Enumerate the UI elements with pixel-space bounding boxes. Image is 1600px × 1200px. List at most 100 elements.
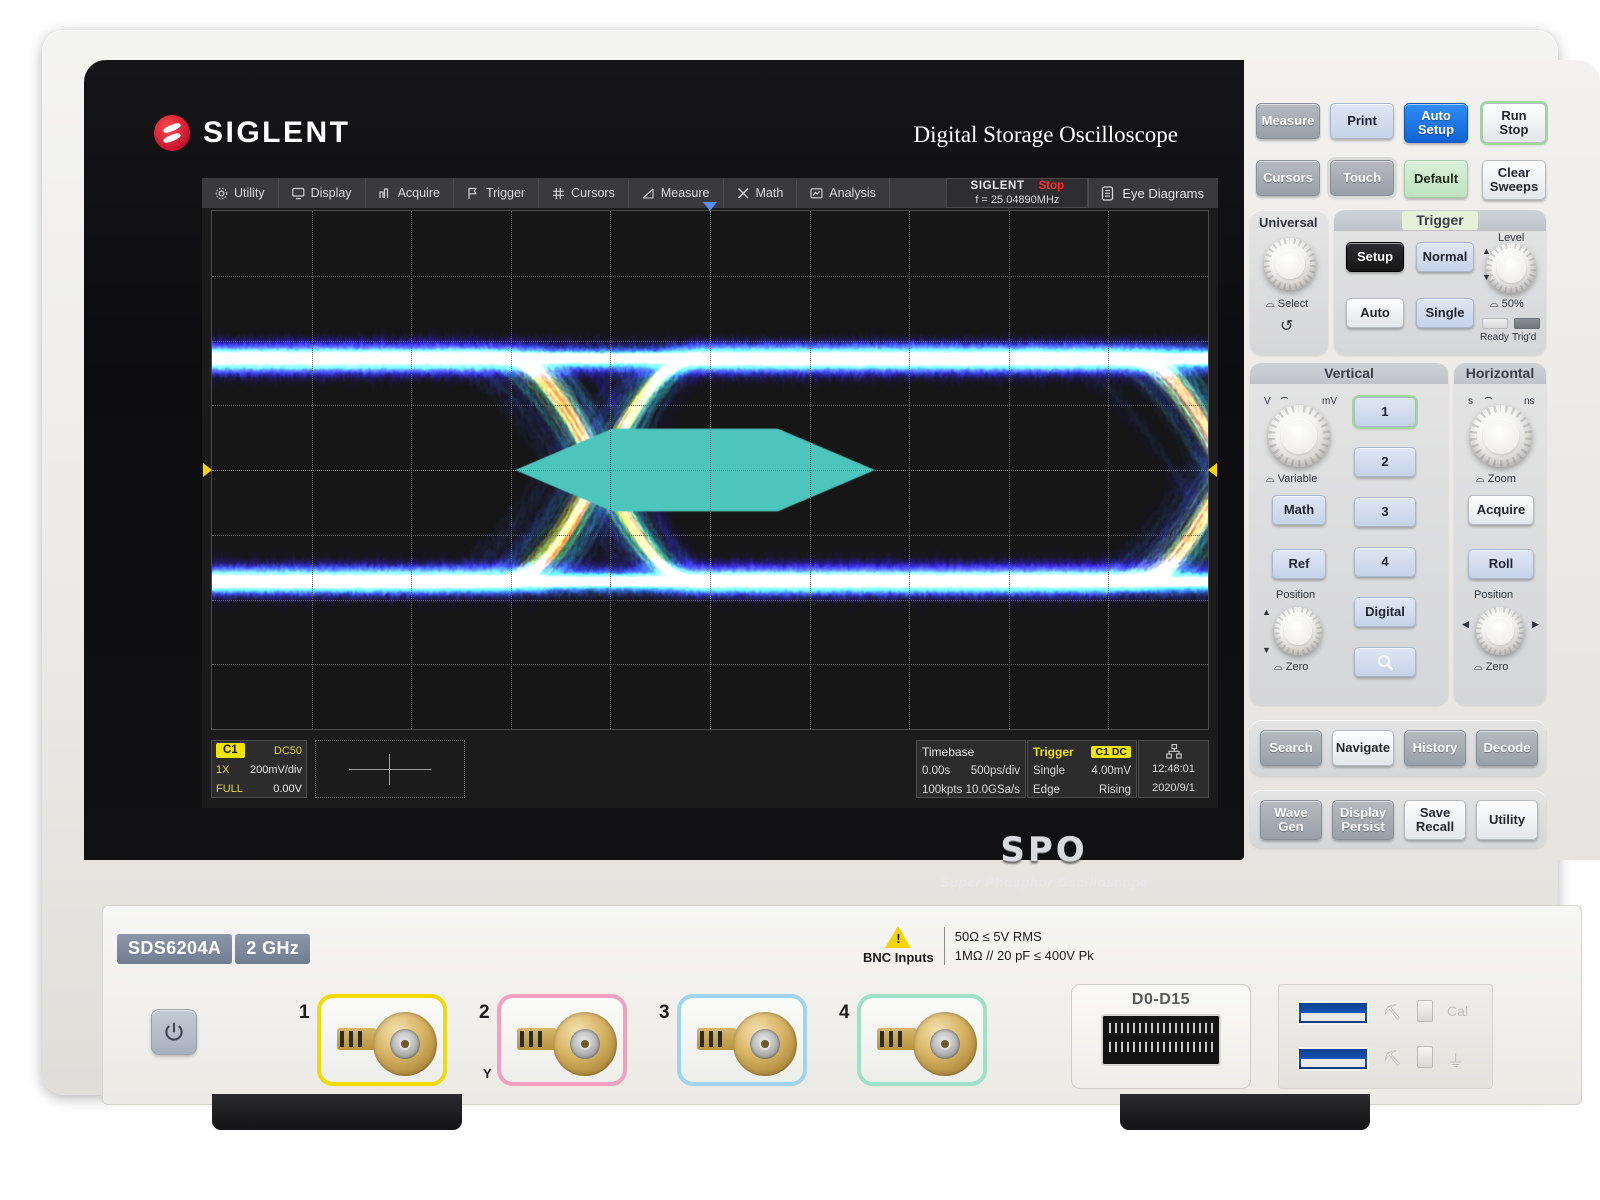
bnc-connector-1[interactable]	[373, 1012, 437, 1076]
acquire-button[interactable]: Acquire	[1468, 495, 1534, 525]
power-button[interactable]	[151, 1009, 197, 1055]
navigate-button[interactable]: Navigate	[1332, 730, 1394, 766]
push-icon: ⌓	[1266, 298, 1275, 310]
vertical-position-knob[interactable]	[1274, 607, 1322, 655]
horizontal-position-knob[interactable]	[1476, 607, 1524, 655]
channel-3-button[interactable]: 3	[1354, 497, 1416, 527]
push-icon: ⌓	[1490, 298, 1499, 310]
push-icon: ⌓	[1474, 661, 1483, 673]
warning-triangle-icon	[885, 926, 911, 948]
default-button[interactable]: Default	[1404, 160, 1468, 198]
digital-input-group[interactable]: D0-D15	[1071, 984, 1251, 1089]
ref-button[interactable]: Ref	[1272, 549, 1326, 579]
cal-label: Cal	[1447, 1003, 1468, 1019]
horizontal-knob-max-label: ns	[1524, 396, 1535, 407]
bnc-input-4[interactable]: 4	[839, 994, 987, 1086]
history-button[interactable]: History	[1404, 730, 1466, 766]
waveform-graticule[interactable]	[211, 210, 1209, 730]
menu-item-acquire[interactable]: Acquire	[366, 178, 454, 208]
universal-title: Universal	[1259, 215, 1318, 230]
oscilloscope-chassis: SIGLENT Digital Storage Oscilloscope SPO…	[42, 30, 1558, 1095]
product-title: Digital Storage Oscilloscope	[144, 122, 1244, 148]
menu-item-analysis[interactable]: Analysis	[797, 178, 890, 208]
cursors-button[interactable]: Cursors	[1256, 160, 1320, 196]
bnc-input-3[interactable]: 3	[659, 994, 807, 1086]
digital-button[interactable]: Digital	[1354, 597, 1416, 627]
menu-item-label: Trigger	[486, 186, 525, 200]
channel-offset-marker-left[interactable]	[203, 463, 212, 477]
menu-item-math[interactable]: Math	[724, 178, 798, 208]
display-persist-button[interactable]: Display Persist	[1332, 800, 1394, 840]
wave-gen-button[interactable]: Wave Gen	[1260, 800, 1322, 840]
trigger-panel[interactable]: Trigger C1 DC Single 4.00mV Edge Rising	[1027, 740, 1137, 798]
math-button[interactable]: Math	[1272, 495, 1326, 525]
trigger-normal-button[interactable]: Normal	[1416, 242, 1474, 272]
trigger-single-button[interactable]: Single	[1416, 298, 1474, 328]
acquisition-status[interactable]: SIGLENT Stop f = 25.04890MHz	[946, 178, 1088, 208]
bnc-input-1[interactable]: 1	[299, 994, 447, 1086]
auto-setup-button[interactable]: Auto Setup	[1404, 103, 1468, 143]
roll-button[interactable]: Roll	[1468, 549, 1534, 579]
vertical-knob-max-label: mV	[1322, 396, 1337, 407]
bnc-connector-3[interactable]	[733, 1012, 797, 1076]
usb-icon-top: ⛏	[1383, 1003, 1402, 1021]
spo-subtitle: Super Phosphor Oscilloscope	[874, 874, 1214, 890]
channel-4-button[interactable]: 4	[1354, 547, 1416, 577]
trigger-position-marker[interactable]	[703, 202, 717, 211]
search-button[interactable]: Search	[1260, 730, 1322, 766]
channel-1-badge[interactable]: C1 DC50 1X 200mV/div FULL 0.00V	[211, 740, 307, 798]
trigger-setup-button[interactable]: Setup	[1346, 242, 1404, 272]
screen-status-bar: C1 DC50 1X 200mV/div FULL 0.00V Timebase…	[211, 740, 1209, 798]
decode-button[interactable]: Decode	[1476, 730, 1538, 766]
digital-port-connector[interactable]	[1101, 1014, 1221, 1066]
rotate-icon[interactable]: ↺	[1280, 316, 1293, 336]
vertical-group-title: Vertical	[1250, 363, 1448, 384]
bnc-rating-line-1: 50Ω ≤ 5V RMS	[955, 927, 1094, 946]
channel-scale: 200mV/div	[250, 764, 302, 776]
trigger-level: 4.00mV	[1091, 765, 1131, 777]
print-button[interactable]: Print	[1330, 103, 1394, 139]
usb-port-top[interactable]	[1297, 1001, 1369, 1025]
cal-output-top[interactable]	[1417, 1000, 1433, 1022]
channel-1-button[interactable]: 1	[1354, 397, 1416, 427]
menu-item-utility[interactable]: Utility	[202, 178, 279, 208]
push-icon: ⌓	[1476, 473, 1485, 485]
bnc-input-2[interactable]: 2 Y	[479, 994, 627, 1086]
push-icon: ⌓	[1266, 473, 1275, 485]
menu-item-display[interactable]: Display	[279, 178, 366, 208]
menu-item-label: Cursors	[571, 186, 615, 200]
run-stop-button[interactable]: Run Stop	[1482, 103, 1546, 143]
zoom-search-button[interactable]	[1354, 647, 1416, 677]
trigger-level-knob[interactable]	[1486, 243, 1536, 293]
vertical-variable-label: ⌓ Variable	[1266, 473, 1317, 486]
menu-item-trigger[interactable]: Trigger	[454, 178, 539, 208]
bnc-connector-4[interactable]	[913, 1012, 977, 1076]
trigger-level-marker-right[interactable]	[1208, 463, 1217, 477]
bnc-sublabel-2: Y	[483, 1066, 492, 1081]
utility-bottom-button[interactable]: Utility	[1476, 800, 1538, 840]
trigd-led-label: Trig'd	[1512, 332, 1536, 343]
menu-item-label: Measure	[661, 186, 710, 200]
usb-port-bottom[interactable]	[1297, 1047, 1369, 1071]
math-icon	[737, 187, 750, 200]
bnc-ring-4	[857, 994, 987, 1086]
bnc-number-4: 4	[839, 1002, 850, 1024]
measure-button[interactable]: Measure	[1256, 103, 1320, 139]
bnc-connector-2[interactable]	[553, 1012, 617, 1076]
vertical-scale-knob[interactable]	[1268, 405, 1330, 467]
eye-diagrams-menu-item[interactable]: Eye Diagrams	[1088, 178, 1218, 208]
spo-logo: SPO	[874, 830, 1214, 870]
touch-button[interactable]: Touch	[1330, 160, 1394, 196]
oscilloscope-screen[interactable]: Utility Display Acquire Trigger Cursors Measu…	[202, 178, 1218, 808]
trigger-group-title: Trigger	[1334, 210, 1546, 231]
save-recall-button[interactable]: Save Recall	[1404, 800, 1466, 840]
menu-item-cursors[interactable]: Cursors	[539, 178, 629, 208]
ground-terminal[interactable]	[1417, 1046, 1433, 1068]
clear-sweeps-button[interactable]: Clear Sweeps	[1482, 160, 1546, 200]
timebase-panel[interactable]: Timebase 0.00s 500ps/div 100kpts 10.0GSa…	[916, 740, 1026, 798]
trigger-auto-button[interactable]: Auto	[1346, 298, 1404, 328]
lan-icon[interactable]	[1139, 742, 1208, 759]
universal-knob[interactable]	[1264, 238, 1316, 290]
channel-2-button[interactable]: 2	[1354, 447, 1416, 477]
horizontal-scale-knob[interactable]	[1470, 405, 1532, 467]
